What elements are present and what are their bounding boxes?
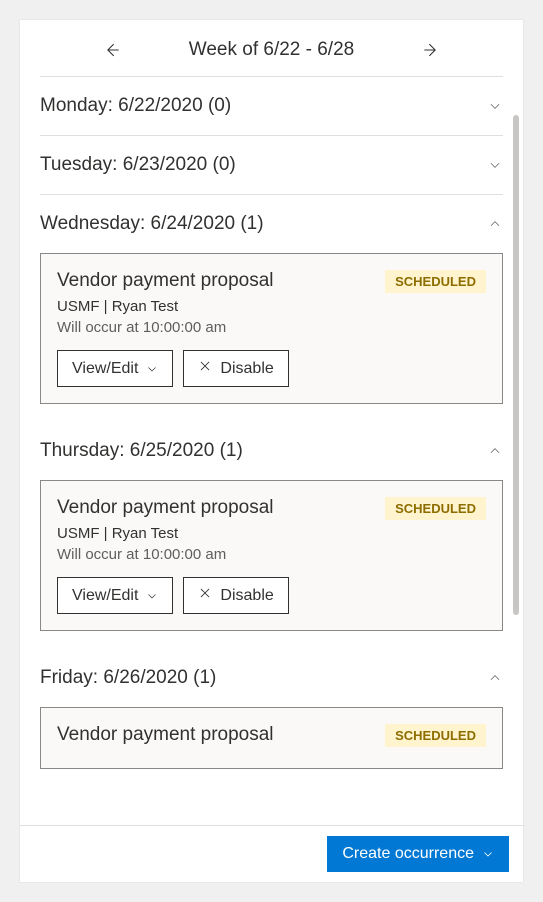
status-badge: SCHEDULED bbox=[385, 497, 486, 520]
chevron-down-icon bbox=[487, 98, 503, 114]
footer-bar: Create occurrence bbox=[20, 825, 523, 882]
chevron-down-icon bbox=[482, 848, 494, 860]
close-icon bbox=[198, 359, 212, 378]
chevron-up-icon bbox=[487, 670, 503, 686]
chevron-up-icon bbox=[487, 216, 503, 232]
view-edit-button[interactable]: View/Edit bbox=[57, 350, 173, 387]
day-label: Wednesday: 6/24/2020 (1) bbox=[40, 213, 264, 235]
prev-week-button[interactable] bbox=[100, 38, 124, 62]
day-label: Friday: 6/26/2020 (1) bbox=[40, 667, 216, 689]
chevron-down-icon bbox=[487, 157, 503, 173]
status-badge: SCHEDULED bbox=[385, 724, 486, 747]
card-title: Vendor payment proposal bbox=[57, 497, 274, 519]
occurrence-card: Vendor payment proposal USMF | Ryan Test… bbox=[40, 480, 503, 631]
next-week-button[interactable] bbox=[419, 38, 443, 62]
chevron-down-icon bbox=[146, 363, 158, 375]
arrow-left-icon bbox=[102, 40, 122, 60]
scroll-area[interactable]: Week of 6/22 - 6/28 Monday: 6/22/2020 (0… bbox=[20, 20, 523, 826]
status-badge: SCHEDULED bbox=[385, 270, 486, 293]
scrollbar-thumb[interactable] bbox=[513, 115, 519, 615]
card-time: Will occur at 10:00:00 am bbox=[57, 319, 274, 336]
day-header-wednesday[interactable]: Wednesday: 6/24/2020 (1) bbox=[40, 195, 503, 253]
day-header-thursday[interactable]: Thursday: 6/25/2020 (1) bbox=[40, 422, 503, 480]
day-header-friday[interactable]: Friday: 6/26/2020 (1) bbox=[40, 649, 503, 707]
view-edit-button[interactable]: View/Edit bbox=[57, 577, 173, 614]
disable-button[interactable]: Disable bbox=[183, 577, 288, 614]
week-title: Week of 6/22 - 6/28 bbox=[189, 39, 354, 61]
occurrence-card: Vendor payment proposal SCHEDULED bbox=[40, 707, 503, 769]
view-edit-label: View/Edit bbox=[72, 587, 138, 605]
chevron-down-icon bbox=[146, 590, 158, 602]
day-header-monday[interactable]: Monday: 6/22/2020 (0) bbox=[40, 77, 503, 135]
disable-button[interactable]: Disable bbox=[183, 350, 288, 387]
disable-label: Disable bbox=[220, 360, 273, 378]
card-title: Vendor payment proposal bbox=[57, 724, 274, 746]
day-header-tuesday[interactable]: Tuesday: 6/23/2020 (0) bbox=[40, 136, 503, 194]
disable-label: Disable bbox=[220, 587, 273, 605]
day-label: Monday: 6/22/2020 (0) bbox=[40, 95, 231, 117]
close-icon bbox=[198, 586, 212, 605]
day-label: Tuesday: 6/23/2020 (0) bbox=[40, 154, 236, 176]
arrow-right-icon bbox=[421, 40, 441, 60]
occurrence-card: Vendor payment proposal USMF | Ryan Test… bbox=[40, 253, 503, 404]
card-time: Will occur at 10:00:00 am bbox=[57, 546, 274, 563]
week-header: Week of 6/22 - 6/28 bbox=[40, 20, 503, 76]
view-edit-label: View/Edit bbox=[72, 360, 138, 378]
card-subtitle: USMF | Ryan Test bbox=[57, 298, 274, 315]
week-panel: Week of 6/22 - 6/28 Monday: 6/22/2020 (0… bbox=[20, 20, 523, 882]
create-occurrence-button[interactable]: Create occurrence bbox=[327, 836, 509, 872]
card-subtitle: USMF | Ryan Test bbox=[57, 525, 274, 542]
chevron-up-icon bbox=[487, 443, 503, 459]
create-occurrence-label: Create occurrence bbox=[342, 845, 474, 863]
card-title: Vendor payment proposal bbox=[57, 270, 274, 292]
day-label: Thursday: 6/25/2020 (1) bbox=[40, 440, 243, 462]
